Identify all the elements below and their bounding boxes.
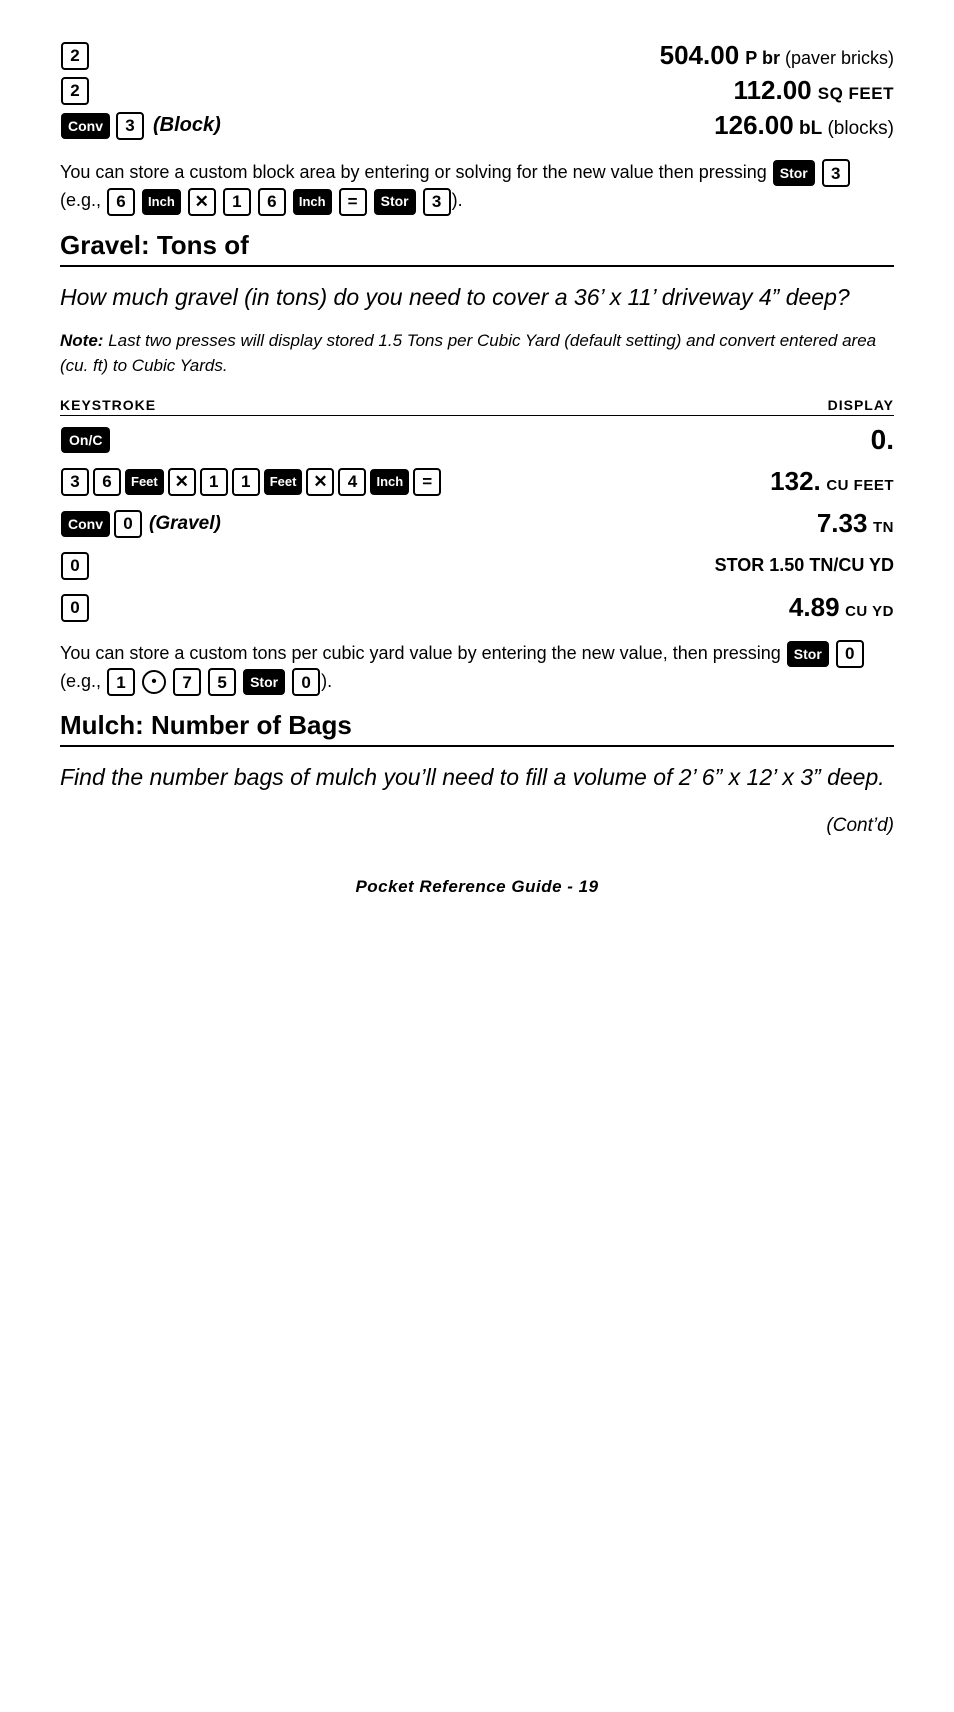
key-1b: 1 [232,468,260,496]
top-line-2: 2 112.00 SQ FEET [60,75,894,106]
ks-right-cuyd: 4.89 CU YD [614,592,894,623]
ks-left-stor: 0 [60,552,614,580]
key-6-inline: 6 [107,188,135,216]
footer: Pocket Reference Guide - 19 [60,877,894,897]
note-bold: Note: [60,331,103,350]
key-stor-gravel1: Stor [787,641,829,667]
top-section: 2 504.00 P br (paver bricks) 2 112.00 SQ… [60,40,894,141]
gravel-italic: (Gravel) [149,513,221,535]
val-126: 126.00 [714,110,794,140]
key-dot: • [142,670,166,694]
key-3-line3: 3 [116,112,144,140]
key-6: 6 [93,468,121,496]
key-0-gravel2: 0 [836,640,864,668]
gravel-heading: Gravel: Tons of [60,230,894,267]
keystroke-label: Keystroke [60,397,156,413]
display-line2: 112.00 SQ FEET [120,75,894,106]
key-7-gravel: 7 [173,668,201,696]
display-7-33: 7.33 [817,508,868,538]
key-x2: ✕ [306,468,334,496]
key-stor-inline2: Stor [374,189,416,215]
keystroke-table: Keystroke Display On/C 0. 3 6 Feet ✕ 1 1… [60,397,894,626]
display-line3: 126.00 bL (blocks) [229,110,894,141]
key-0-cuyd: 0 [61,594,89,622]
mulch-heading: Mulch: Number of Bags [60,710,894,747]
block-italic: (Block) [153,114,221,137]
key-6-inline2: 6 [258,188,286,216]
key-1-inline1: 1 [223,188,251,216]
key-0-stor: 0 [61,552,89,580]
ks-right-onc: 0. [614,424,894,456]
key-onc: On/C [61,427,110,453]
key-inch-inline1: Inch [142,189,181,215]
top-line-3: Conv 3 (Block) 126.00 bL (blocks) [60,110,894,141]
key-conv-line3: Conv [61,113,110,139]
page-content: 2 504.00 P br (paver bricks) 2 112.00 SQ… [60,40,894,897]
display-line1: 504.00 P br (paver bricks) [120,40,894,71]
ks-right-gravel: 7.33 TN [614,508,894,539]
key-x-inline1: ✕ [188,188,216,216]
key-conv-gravel: Conv [61,511,110,537]
ks-left-calc: 3 6 Feet ✕ 1 1 Feet ✕ 4 Inch = [60,468,614,496]
unit-bl: bL [799,118,822,139]
note-para: Note: Last two presses will display stor… [60,328,894,379]
ks-row-calc: 3 6 Feet ✕ 1 1 Feet ✕ 4 Inch = 132. CU F… [60,464,894,500]
key-3-inline2: 3 [423,188,451,216]
display-stor-val: STOR 1.50 TN/CU YD [715,555,894,575]
ks-row-gravel: Conv 0 (Gravel) 7.33 TN [60,506,894,542]
ks-header: Keystroke Display [60,397,894,416]
ks-right-stor: STOR 1.50 TN/CU YD [614,554,894,577]
display-cu-feet: CU FEET [826,477,894,494]
key-eq-inline1: = [339,188,367,216]
gravel-question: How much gravel (in tons) do you need to… [60,281,894,314]
display-zero: 0. [871,424,894,455]
key-1a: 1 [200,468,228,496]
key-4: 4 [338,468,366,496]
ks-left-cuyd: 0 [60,594,614,622]
ks-left-onc: On/C [60,427,614,453]
ks-row-onc: On/C 0. [60,422,894,458]
ks-left-gravel: Conv 0 (Gravel) [60,510,614,538]
key-2-line2: 2 [61,77,89,105]
display-cu-yd: CU YD [845,603,894,620]
key-3-inline: 3 [822,159,850,187]
mulch-question: Find the number bags of mulch you’ll nee… [60,761,894,794]
note-text: Last two presses will display stored 1.5… [60,331,876,376]
key-2-line1: 2 [61,42,89,70]
ks-row-cuyd: 0 4.89 CU YD [60,590,894,626]
key-feet1: Feet [125,469,164,495]
key-stor-inline1: Stor [773,160,815,186]
desc-blocks: (blocks) [827,118,894,139]
key-5-gravel: 5 [208,668,236,696]
unit-sqfeet: SQ FEET [818,84,894,103]
key-stor-gravel2: Stor [243,669,285,695]
display-tn: TN [873,519,894,536]
custom-block-para: You can store a custom block area by ent… [60,159,894,216]
key-1-gravel: 1 [107,668,135,696]
ks-right-calc: 132. CU FEET [614,466,894,497]
unit-pbr: P br (paver bricks) [745,48,894,68]
key-inch-inline2: Inch [293,189,332,215]
key-feet2: Feet [264,469,303,495]
display-4-89: 4.89 [789,592,840,622]
contd: (Cont’d) [60,815,894,837]
key-inch1: Inch [370,469,409,495]
key-0-gravel3: 0 [292,668,320,696]
display-label: Display [828,397,894,413]
key-eq1: = [413,468,441,496]
display-132: 132. [770,466,821,496]
key-x1: ✕ [168,468,196,496]
key-0-gravel: 0 [114,510,142,538]
key-3: 3 [61,468,89,496]
top-line-1: 2 504.00 P br (paver bricks) [60,40,894,71]
custom-gravel-para: You can store a custom tons per cubic ya… [60,640,894,697]
val-504: 504.00 [660,40,740,70]
val-112: 112.00 [734,75,812,105]
ks-row-stor: 0 STOR 1.50 TN/CU YD [60,548,894,584]
